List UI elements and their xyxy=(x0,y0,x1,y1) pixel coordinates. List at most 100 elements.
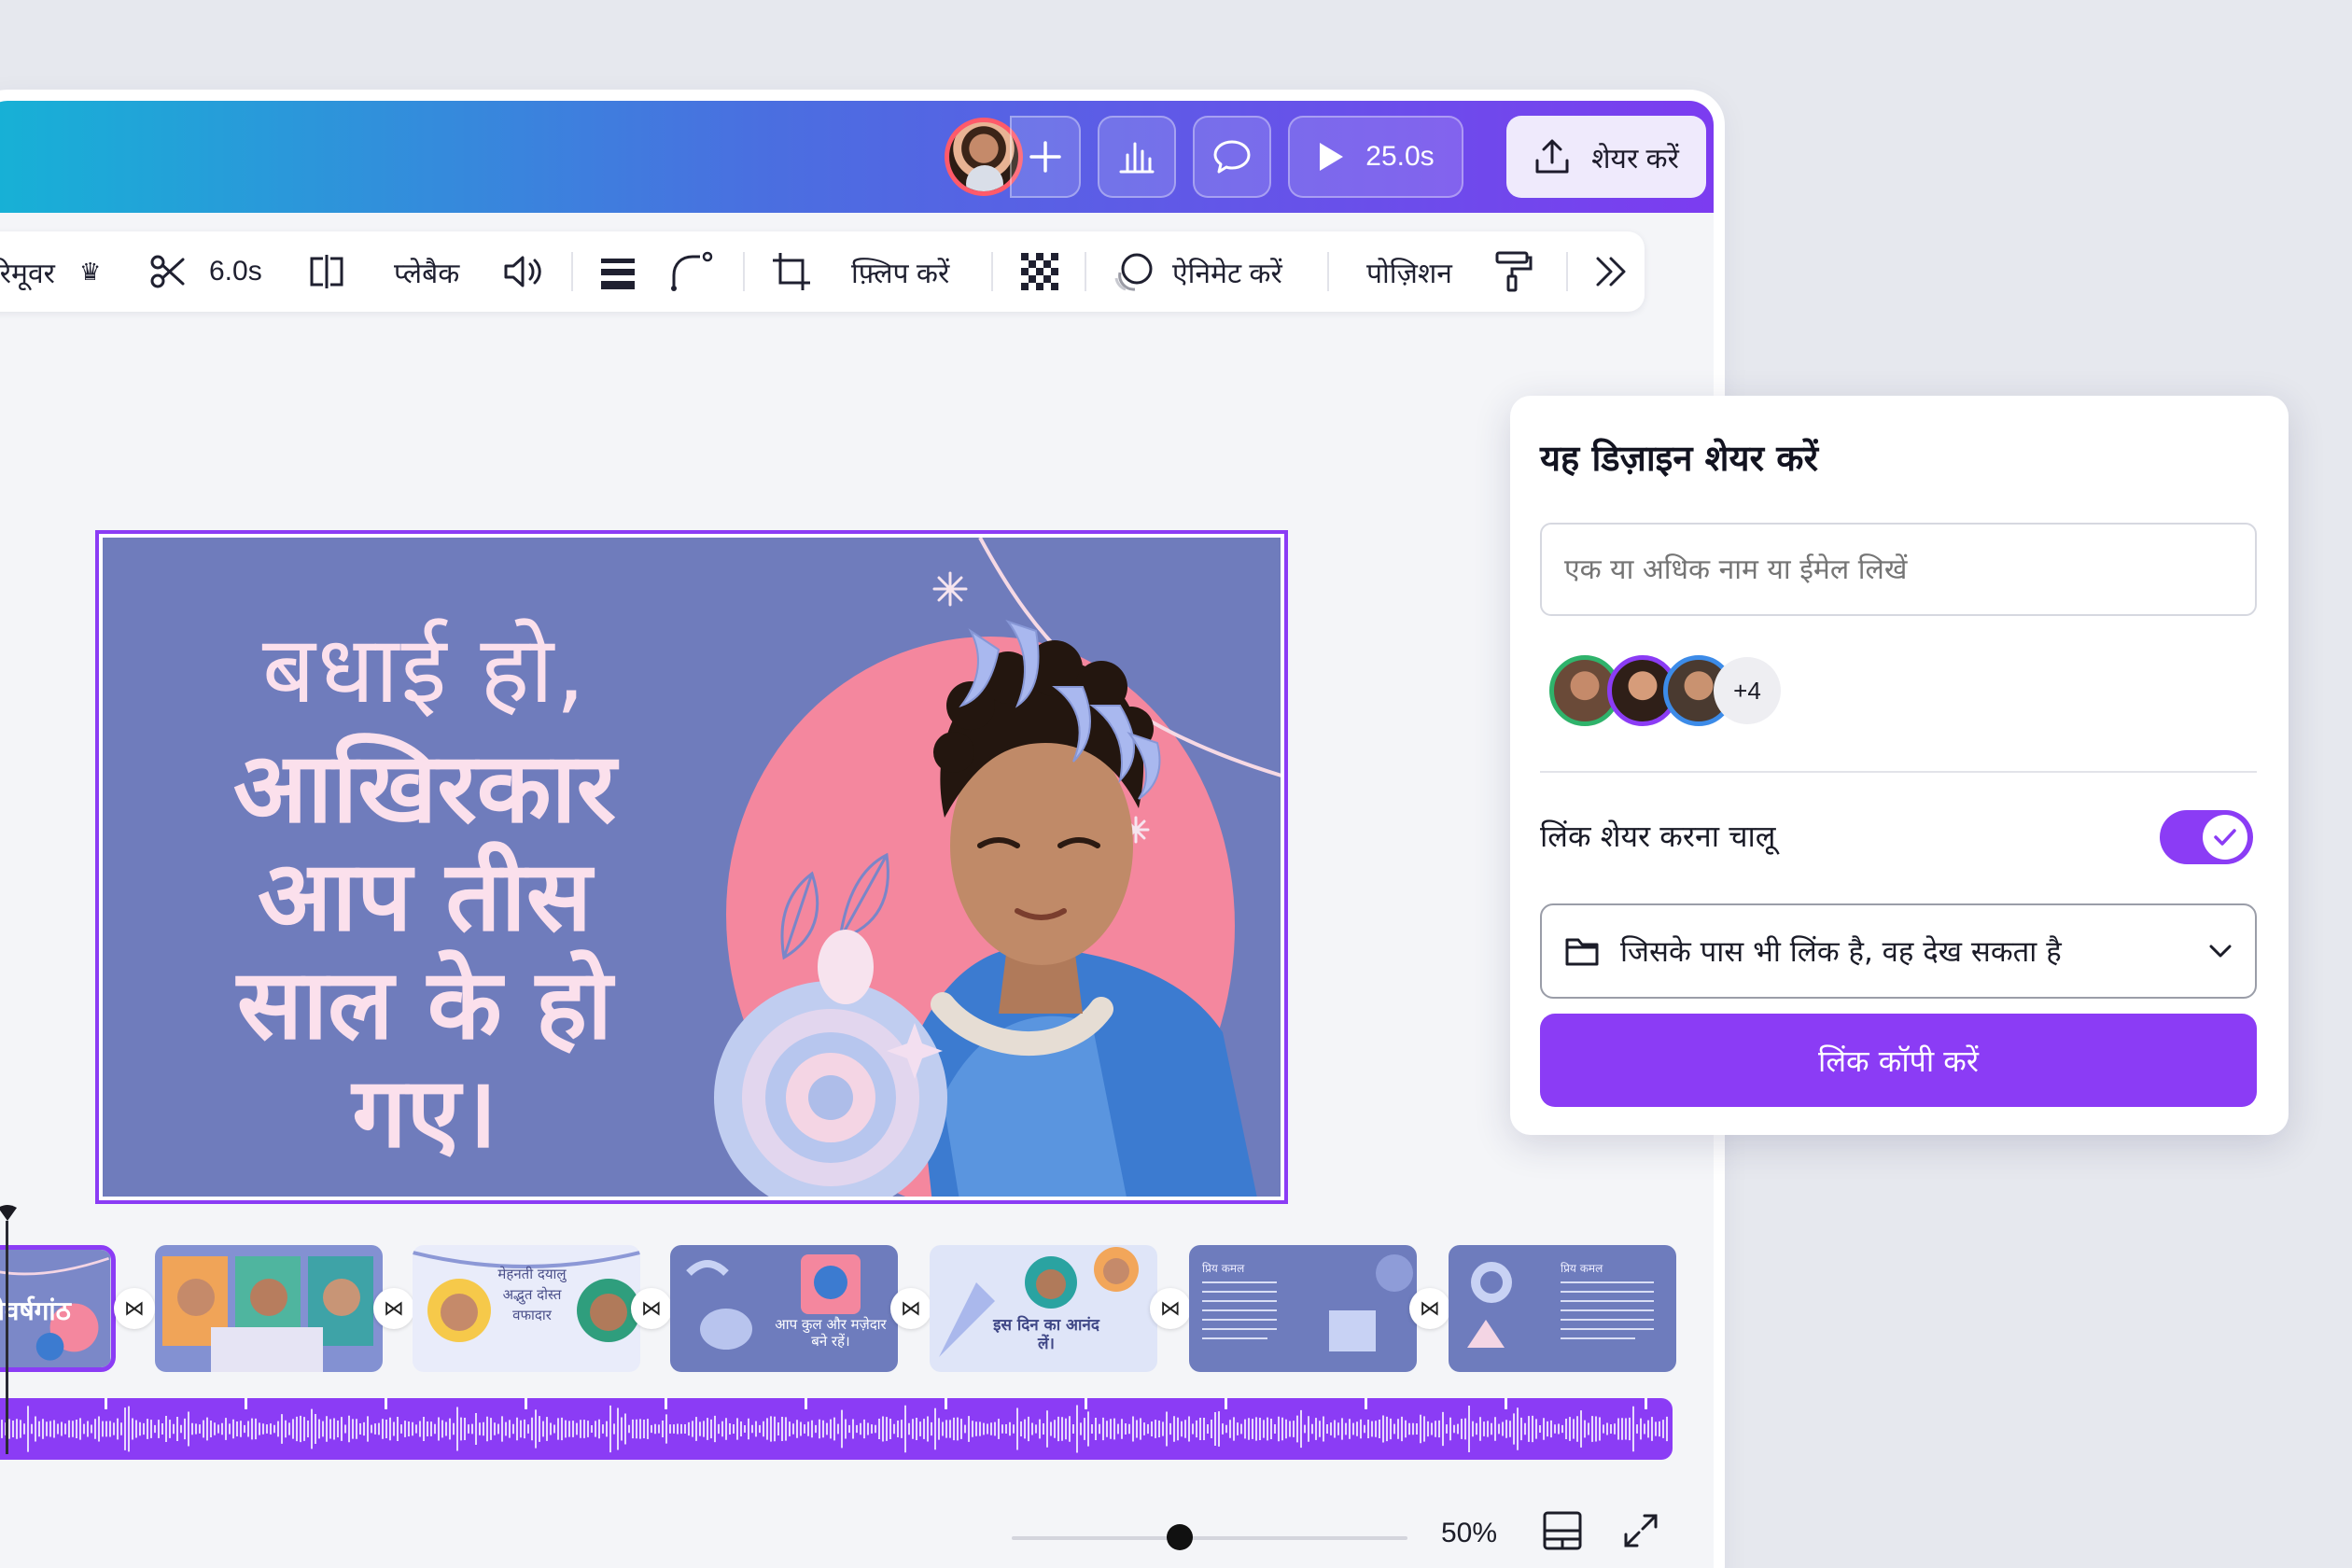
timeline-clip-5[interactable]: इस दिन का आनंद लें। xyxy=(930,1245,1157,1372)
design-message-line: आप तीस xyxy=(257,839,593,953)
timeline-clip-3[interactable]: मेहनती दयालु अद्भुत दोस्त वफादार xyxy=(413,1245,640,1372)
transition-button[interactable]: ⋈ xyxy=(1409,1288,1450,1329)
play-duration: 25.0s xyxy=(1365,141,1435,172)
audio-waveform xyxy=(1,1398,1668,1453)
more-collaborators-count[interactable]: +4 xyxy=(1714,657,1781,724)
timeline-clip-1[interactable]: ीवर्षगांठ xyxy=(0,1245,116,1372)
plus-icon xyxy=(1029,141,1061,173)
transparency-button[interactable] xyxy=(1019,231,1060,312)
design-page[interactable]: बधाई हो, आखिरकार आप तीस साल के हो गए। xyxy=(95,530,1288,1204)
more-tools-button[interactable] xyxy=(1592,231,1630,312)
toolbar-divider xyxy=(571,252,573,291)
copy-style-button[interactable] xyxy=(1495,231,1533,312)
bowtie-icon: ⋈ xyxy=(901,1296,921,1321)
volume-icon xyxy=(504,256,541,287)
fullscreen-icon[interactable] xyxy=(1622,1512,1659,1549)
clip-4-text: आप कुल और मज़ेदार बने रहें। xyxy=(775,1316,887,1350)
bar-chart-icon xyxy=(1119,142,1155,174)
toolbar-divider xyxy=(1566,252,1568,291)
insights-button[interactable] xyxy=(1098,116,1176,198)
paint-roller-icon xyxy=(1495,251,1533,292)
clip-4-preview xyxy=(670,1245,898,1372)
checkmark-icon xyxy=(2214,829,2236,846)
clip-3-text: मेहनती दयालु अद्भुत दोस्त वफादार xyxy=(497,1266,567,1323)
bowtie-icon: ⋈ xyxy=(1160,1296,1181,1321)
border-lines-icon xyxy=(601,259,635,289)
comment-icon xyxy=(1213,140,1251,174)
editor-toolbar: रिमूवर ♛ 6.0s प्लेबैक फ़्लिप करें xyxy=(0,231,1645,312)
transition-button[interactable]: ⋈ xyxy=(114,1288,155,1329)
playhead-line[interactable] xyxy=(6,1221,8,1454)
share-button[interactable]: शेयर करें xyxy=(1506,116,1706,198)
playhead-handle-icon[interactable] xyxy=(0,1204,19,1223)
comments-button[interactable] xyxy=(1193,116,1271,198)
design-heading: बधाई हो, xyxy=(261,615,588,724)
transition-button[interactable]: ⋈ xyxy=(631,1288,672,1329)
playback-label: प्लेबैक xyxy=(394,258,460,289)
timeline-clip-2[interactable] xyxy=(155,1245,383,1372)
duration-label: 6.0s xyxy=(209,256,262,287)
design-message-line: गए। xyxy=(352,1056,497,1169)
play-icon xyxy=(1320,143,1344,171)
bowtie-icon: ⋈ xyxy=(1420,1296,1440,1321)
zoom-slider-track[interactable] xyxy=(1012,1536,1407,1540)
share-dialog-title: यह डिज़ाइन शेयर करें xyxy=(1540,438,1819,479)
clip-2-preview xyxy=(155,1245,383,1372)
link-sharing-toggle[interactable] xyxy=(2160,810,2253,864)
bg-remover-label: रिमूवर xyxy=(0,258,55,289)
chevron-down-icon xyxy=(2209,945,2232,958)
flip-label: फ़्लिप करें xyxy=(851,258,950,289)
animate-button[interactable]: ऐनिमेट करें xyxy=(1113,231,1282,312)
crop-icon xyxy=(773,253,810,290)
toggle-knob xyxy=(2203,815,2247,860)
bowtie-icon: ⋈ xyxy=(641,1296,662,1321)
clip-5-text: इस दिन का आनंद लें। xyxy=(993,1316,1099,1353)
corner-radius-icon xyxy=(671,251,713,291)
clip-7-text: प्रिय कमल xyxy=(1561,1262,1603,1275)
position-button[interactable]: पोज़िशन xyxy=(1366,231,1452,312)
crown-icon: ♛ xyxy=(78,257,102,286)
link-access-value: जिसके पास भी लिंक है, वह देख सकता है xyxy=(1620,935,2062,969)
volume-button[interactable] xyxy=(502,231,543,312)
trim-icon xyxy=(310,255,343,288)
transition-button[interactable]: ⋈ xyxy=(1150,1288,1191,1329)
invite-people-input[interactable] xyxy=(1540,523,2257,616)
border-style-button[interactable] xyxy=(599,231,637,312)
transition-button[interactable]: ⋈ xyxy=(890,1288,931,1329)
corner-rounding-button[interactable] xyxy=(670,231,715,312)
bowtie-icon: ⋈ xyxy=(384,1296,404,1321)
timeline-clip-4[interactable]: आप कुल और मज़ेदार बने रहें। xyxy=(670,1245,898,1372)
link-access-dropdown[interactable]: जिसके पास भी लिंक है, वह देख सकता है xyxy=(1540,903,2257,999)
flip-button[interactable]: फ़्लिप करें xyxy=(851,231,949,312)
zoom-level: 50% xyxy=(1441,1518,1498,1548)
design-message-line: आखिरकार xyxy=(232,731,617,845)
timeline-clip-6[interactable]: प्रिय कमल xyxy=(1189,1245,1417,1372)
grid-view-icon[interactable] xyxy=(1542,1510,1583,1551)
split-button[interactable]: 6.0s xyxy=(149,231,262,312)
chevron-double-right-icon xyxy=(1596,257,1626,287)
transparency-icon xyxy=(1021,253,1058,290)
share-label: शेयर करें xyxy=(1591,143,1679,175)
play-button[interactable]: 25.0s xyxy=(1288,116,1463,198)
timeline-clip-7[interactable]: प्रिय कमल xyxy=(1449,1245,1676,1372)
bg-remover-button[interactable]: रिमूवर ♛ xyxy=(0,231,101,312)
copy-link-button[interactable]: लिंक कॉपी करें xyxy=(1540,1014,2257,1107)
position-label: पोज़िशन xyxy=(1366,258,1452,289)
add-collaborator-button[interactable] xyxy=(1010,116,1081,198)
scissors-icon xyxy=(150,255,185,288)
clip-1-text: ीवर्षगांठ xyxy=(0,1295,71,1326)
audio-track[interactable] xyxy=(0,1398,1673,1460)
toolbar-divider xyxy=(743,252,745,291)
playback-button[interactable]: प्लेबैक xyxy=(394,231,459,312)
upload-icon xyxy=(1535,139,1569,174)
toolbar-divider xyxy=(991,252,993,291)
design-background: बधाई हो, आखिरकार आप तीस साल के हो गए। xyxy=(103,538,1281,1197)
trim-button[interactable] xyxy=(308,231,345,312)
transition-button[interactable]: ⋈ xyxy=(373,1288,414,1329)
animate-icon xyxy=(1114,253,1153,291)
editor-window: 25.0s शेयर करें रिमूवर ♛ 6.0s प्लेबैक xyxy=(0,90,1725,1568)
zoom-slider-knob[interactable] xyxy=(1167,1524,1194,1550)
birthday-person-photo xyxy=(714,538,1281,1197)
crop-button[interactable] xyxy=(771,231,812,312)
link-sharing-label: लिंक शेयर करना चालू xyxy=(1540,819,1776,854)
